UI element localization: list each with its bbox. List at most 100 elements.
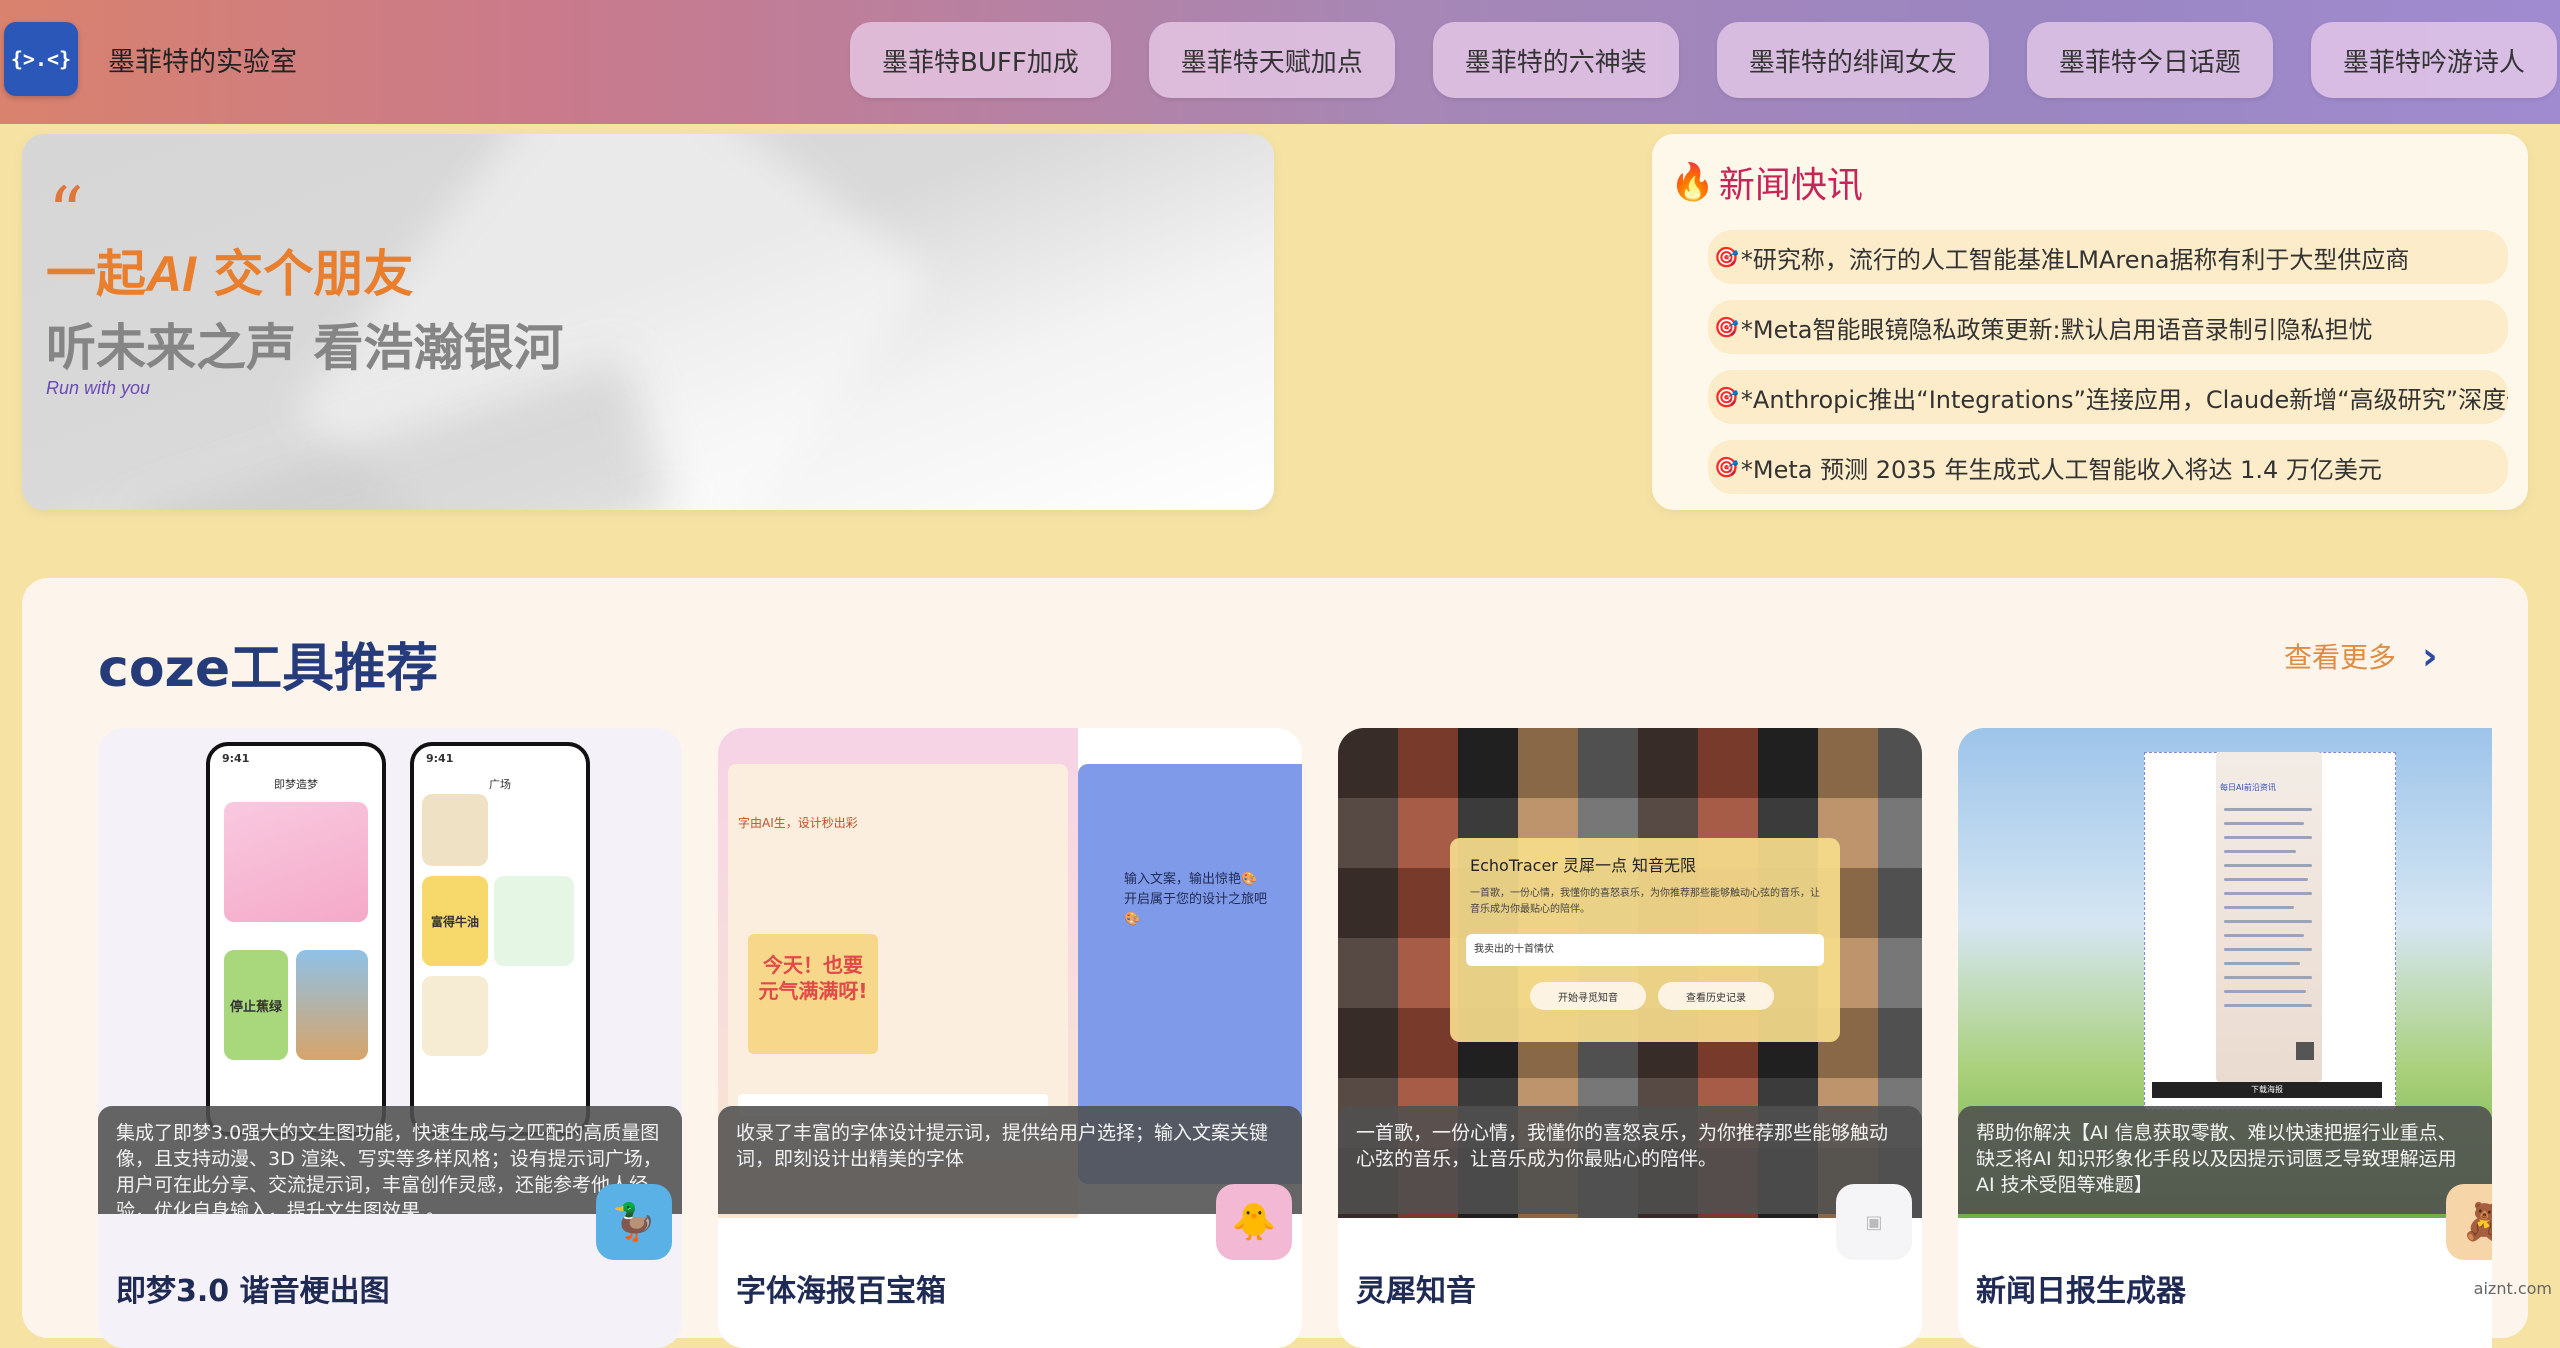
logo-text: {>.<} xyxy=(10,47,72,71)
news-item[interactable]: 🎯 *Anthropic推出“Integrations”连接应用，Claude新增… xyxy=(1708,370,2508,424)
doc-heading: 每日AI前沿资讯 xyxy=(2220,783,2276,792)
text-line xyxy=(2224,864,2312,867)
news-item[interactable]: 🎯 *Meta 预测 2035 年生成式人工智能收入将达 1.4 万亿美元 xyxy=(1708,440,2508,494)
top-nav: 墨菲特BUFF加成 墨菲特天赋加点 墨菲特的六神装 墨菲特的绯闻女友 墨菲特今日… xyxy=(850,22,2560,98)
tool-cards: 9:41 即梦造梦 停止蕉绿 9:41 广场 富得牛油 集成了即梦3.0强大的文… xyxy=(98,728,2492,1348)
nav-gossip[interactable]: 墨菲特的绯闻女友 xyxy=(1716,22,1989,98)
dart-icon: 🎯 xyxy=(1714,245,1739,269)
dart-icon: 🎯 xyxy=(1714,385,1739,409)
fire-icon: 🔥 xyxy=(1670,162,1715,203)
tool-card-news-daily[interactable]: 每日AI前沿资讯 下载海报 帮助你解决【AI 信息获取零散、难以快速把握行业重点… xyxy=(1958,728,2492,1348)
news-title-text: 新闻快讯 xyxy=(1718,165,1863,206)
news-item[interactable]: 🎯 *Meta智能眼镜隐私政策更新:默认启用语音录制引隐私担忧 xyxy=(1708,300,2508,354)
hero-headline-ai: AI xyxy=(146,246,196,302)
nav-poet[interactable]: 墨菲特吟游诗人 xyxy=(2310,22,2557,98)
duck-avatar-icon: 🦆 xyxy=(596,1184,672,1260)
hero-headline: 一起AI 交个朋友 xyxy=(46,234,413,306)
text-line xyxy=(2224,808,2312,811)
poster-image: 今天！也要元气满满呀! xyxy=(748,934,878,1054)
hero-headline-a: 一起 xyxy=(46,245,146,303)
text-line xyxy=(2224,976,2312,979)
tool-card-jimeng[interactable]: 9:41 即梦造梦 停止蕉绿 9:41 广场 富得牛油 集成了即梦3.0强大的文… xyxy=(98,728,682,1348)
tool-card-font-poster[interactable]: 字由AI生，设计秒出彩 今天！也要元气满满呀! 输入文案，输出惊艳🎨 开启属于您… xyxy=(718,728,1302,1348)
duck-avatar-icon: 🐥 xyxy=(1216,1184,1292,1260)
card-title[interactable]: 即梦3.0 谐音梗出图 xyxy=(116,1266,390,1310)
phone-time: 9:41 xyxy=(222,752,250,765)
card-description: 收录了丰富的字体设计提示词，提供给用户选择；输入文案关键词，即刻设计出精美的字体 xyxy=(718,1106,1302,1214)
card-description: 一首歌，一份心情，我懂你的喜怒哀乐，为你推荐那些能够触动心弦的音乐，让音乐成为你… xyxy=(1338,1106,1922,1214)
news-title: 🔥 新闻快讯 xyxy=(1670,156,1863,208)
text-line xyxy=(2224,836,2312,839)
hero-tagline: Run with you xyxy=(46,378,151,398)
dart-icon: 🎯 xyxy=(1714,455,1739,479)
see-more-link[interactable]: 查看更多 › xyxy=(2284,634,2438,678)
coze-tools-section: coze工具推荐 查看更多 › 9:41 即梦造梦 停止蕉绿 9:41 广场 富… xyxy=(22,578,2528,1348)
text-line xyxy=(2224,948,2312,951)
preview-panel: 字由AI生，设计秒出彩 今天！也要元气满满呀! xyxy=(728,764,1068,1164)
text-line xyxy=(2224,962,2300,965)
bear-avatar-icon: 🧸 xyxy=(2446,1184,2492,1260)
sticker-image: 停止蕉绿 xyxy=(224,950,288,1060)
start-search-button: 开始寻觅知音 xyxy=(1530,982,1646,1010)
post-image xyxy=(422,976,488,1056)
news-item-text: *Meta智能眼镜隐私政策更新:默认启用语音录制引隐私担忧 xyxy=(1740,315,2373,344)
text-line xyxy=(2224,878,2308,881)
phone-time: 9:41 xyxy=(426,752,454,765)
top-header: {>.<} 墨菲特的实验室 墨菲特BUFF加成 墨菲特天赋加点 墨菲特的六神装 … xyxy=(0,0,2560,124)
chevron-right-icon: › xyxy=(2422,634,2438,678)
text-line xyxy=(2224,906,2294,909)
section-title: coze工具推荐 xyxy=(98,639,439,699)
card-title[interactable]: 新闻日报生成器 xyxy=(1976,1266,2186,1310)
duck-image xyxy=(224,802,368,922)
phone-title: 即梦造梦 xyxy=(274,778,318,791)
news-document-page: 每日AI前沿资讯 xyxy=(2216,752,2322,1082)
news-item-text: *研究称，流行的人工智能基准LMArena据称有利于大型供应商 xyxy=(1740,245,2410,274)
nav-buff[interactable]: 墨菲特BUFF加成 xyxy=(850,22,1111,98)
text-line xyxy=(2224,990,2306,993)
phone-title: 广场 xyxy=(489,778,511,791)
post-card xyxy=(494,876,574,966)
download-bar: 下载海报 xyxy=(2152,1082,2382,1098)
nav-topic[interactable]: 墨菲特今日话题 xyxy=(2026,22,2273,98)
sticker-text: 停止蕉绿 xyxy=(229,999,282,1015)
hero-headline-b: 交个朋友 xyxy=(196,245,414,303)
history-button: 查看历史记录 xyxy=(1658,982,1774,1010)
card-title[interactable]: 字体海报百宝箱 xyxy=(736,1266,946,1310)
news-panel: 🔥 新闻快讯 🎯 *研究称，流行的人工智能基准LMArena据称有利于大型供应商 … xyxy=(1652,134,2528,510)
card-title[interactable]: 灵犀知音 xyxy=(1356,1266,1476,1310)
dart-icon: 🎯 xyxy=(1714,315,1739,339)
nav-gear[interactable]: 墨菲特的六神装 xyxy=(1432,22,1679,98)
qr-code-icon xyxy=(2296,1042,2314,1060)
news-item-text: *Anthropic推出“Integrations”连接应用，Claude新增“… xyxy=(1740,385,2508,414)
nav-talent[interactable]: 墨菲特天赋加点 xyxy=(1148,22,1395,98)
card-description: 集成了即梦3.0强大的文生图功能，快速生成与之匹配的高质量图像，且支持动漫、3D… xyxy=(98,1106,682,1222)
text-line xyxy=(2224,822,2304,825)
side-panel-text: 输入文案，输出惊艳🎨 开启属于您的设计之旅吧🎨 xyxy=(1124,872,1268,927)
phone-mockup: 9:41 即梦造梦 停止蕉绿 xyxy=(206,742,386,1136)
panel-heading: 字由AI生，设计秒出彩 xyxy=(738,816,858,830)
music-panel-desc: 一首歌，一份心情，我懂你的喜怒哀乐，为你推荐那些能够触动心弦的音乐，让音乐成为你… xyxy=(1470,888,1820,915)
hero-subheadline: 听未来之声 看浩瀚银河 xyxy=(46,319,564,377)
poster-text: 今天！也要元气满满呀! xyxy=(758,953,868,1003)
text-line xyxy=(2224,892,2312,895)
sticker-image: 富得牛油 xyxy=(422,876,488,966)
food-image xyxy=(296,950,368,1060)
text-line xyxy=(2224,920,2312,923)
image-placeholder-icon: ▣ xyxy=(1836,1184,1912,1260)
site-logo[interactable]: {>.<} xyxy=(4,22,78,96)
mood-input: 我卖出的十首情伏 xyxy=(1466,934,1824,966)
text-line xyxy=(2224,934,2304,937)
music-panel-title: EchoTracer 灵犀一点 知音无限 xyxy=(1470,856,1697,875)
news-item[interactable]: 🎯 *研究称，流行的人工智能基准LMArena据称有利于大型供应商 xyxy=(1708,230,2508,284)
post-image xyxy=(422,794,488,866)
card-description: 帮助你解决【AI 信息获取零散、难以快速把握行业重点、缺乏将AI 知识形象化手段… xyxy=(1958,1106,2492,1214)
sticker-text: 富得牛油 xyxy=(430,914,479,929)
news-list: 🎯 *研究称，流行的人工智能基准LMArena据称有利于大型供应商 🎯 *Meta智… xyxy=(1708,230,2508,510)
tool-card-music[interactable]: EchoTracer 灵犀一点 知音无限 一首歌，一份心情，我懂你的喜怒哀乐，为… xyxy=(1338,728,1922,1348)
news-item-text: *Meta 预测 2035 年生成式人工智能收入将达 1.4 万亿美元 xyxy=(1740,455,2382,484)
see-more-label: 查看更多 xyxy=(2284,641,2397,674)
watermark: aiznt.com xyxy=(2473,1279,2552,1298)
site-title[interactable]: 墨菲特的实验室 xyxy=(108,40,297,79)
text-line xyxy=(2224,1004,2312,1007)
phone-mockup: 9:41 广场 富得牛油 xyxy=(410,742,590,1136)
